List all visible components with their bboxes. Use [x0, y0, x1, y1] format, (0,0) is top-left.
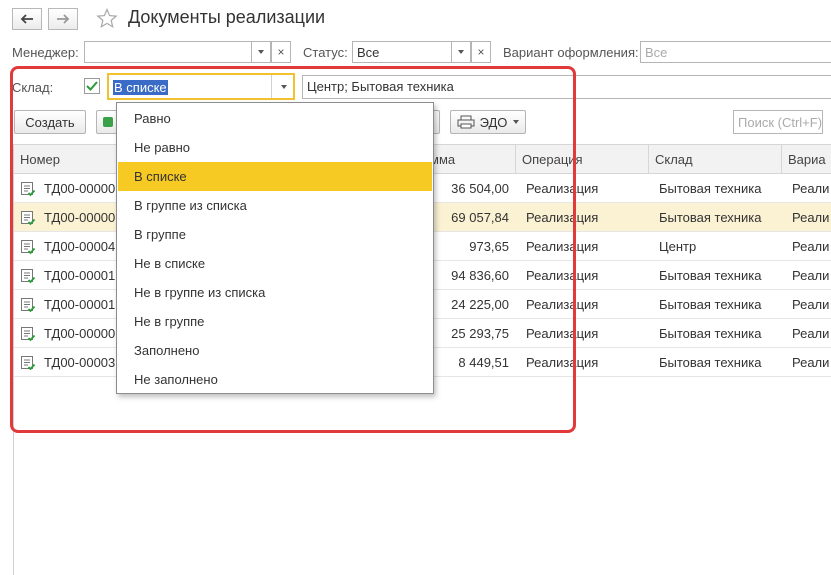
- edo-button[interactable]: ЭДО: [450, 110, 526, 134]
- variant-label: Вариант оформления:: [503, 45, 639, 60]
- cell-sum: 973,65: [469, 239, 509, 254]
- cell-variant: Реали: [792, 210, 830, 225]
- cell-sum: 8 449,51: [458, 355, 509, 370]
- cell-variant: Реали: [792, 297, 830, 312]
- chevron-down-icon: [458, 50, 464, 54]
- cell-sum: 36 504,00: [451, 181, 509, 196]
- cell-operation: Реализация: [526, 297, 599, 312]
- cell-number: ТД00-00004: [44, 239, 116, 254]
- warehouse-condition-value: В списке: [113, 80, 168, 95]
- cell-warehouse: Бытовая техника: [659, 268, 762, 283]
- cell-operation: Реализация: [526, 239, 599, 254]
- cell-warehouse: Бытовая техника: [659, 326, 762, 341]
- edo-label: ЭДО: [479, 114, 508, 130]
- cell-number: ТД00-00001: [44, 268, 116, 283]
- star-icon[interactable]: [96, 8, 118, 29]
- cell-sum: 25 293,75: [451, 326, 509, 341]
- arrow-left-icon: [20, 14, 33, 24]
- create-button[interactable]: Создать: [14, 110, 86, 134]
- close-icon: ×: [477, 45, 485, 59]
- manager-dropdown-button[interactable]: [251, 41, 271, 63]
- status-clear-button[interactable]: ×: [471, 41, 491, 63]
- divider: [271, 75, 272, 98]
- cell-variant: Реали: [792, 268, 830, 283]
- search-placeholder: Поиск (Ctrl+F): [738, 115, 823, 130]
- chevron-down-icon: [513, 120, 520, 124]
- document-icon: [21, 356, 36, 371]
- cell-variant: Реали: [792, 355, 830, 370]
- column-header-sum[interactable]: мма: [424, 144, 516, 174]
- manager-clear-button[interactable]: ×: [271, 41, 291, 63]
- document-icon: [21, 298, 36, 313]
- cell-number: ТД00-00000: [44, 210, 116, 225]
- cell-number: ТД00-00000: [44, 181, 116, 196]
- status-dropdown-button[interactable]: [451, 41, 471, 63]
- cell-operation: Реализация: [526, 355, 599, 370]
- cell-operation: Реализация: [526, 326, 599, 341]
- dropdown-item[interactable]: Не заполнено: [118, 365, 432, 394]
- manager-label: Менеджер:: [12, 45, 79, 60]
- chevron-down-icon: [258, 50, 264, 54]
- manager-input[interactable]: [84, 41, 252, 63]
- cell-variant: Реали: [792, 239, 830, 254]
- document-icon: [21, 211, 36, 226]
- column-header-variant[interactable]: Вариа: [782, 144, 831, 174]
- cell-warehouse: Бытовая техника: [659, 210, 762, 225]
- variant-placeholder: Все: [645, 45, 668, 60]
- document-icon: [21, 327, 36, 342]
- cell-sum: 94 836,60: [451, 268, 509, 283]
- arrow-right-icon: [57, 14, 70, 24]
- document-icon: [21, 182, 36, 197]
- dropdown-item[interactable]: Равно: [118, 104, 432, 133]
- cell-warehouse: Бытовая техника: [659, 297, 762, 312]
- add-icon: [103, 117, 113, 127]
- cell-warehouse: Бытовая техника: [659, 181, 762, 196]
- dropdown-item[interactable]: Не в группе: [118, 307, 432, 336]
- dropdown-item[interactable]: Не равно: [118, 133, 432, 162]
- cell-variant: Реали: [792, 181, 830, 196]
- dropdown-item[interactable]: В группе из списка: [118, 191, 432, 220]
- warehouse-condition-select[interactable]: В списке: [107, 73, 295, 100]
- condition-dropdown-list: Равно Не равно В списке В группе из списка В…: [116, 102, 434, 394]
- cell-number: ТД00-00003: [44, 355, 116, 370]
- dropdown-item[interactable]: Заполнено: [118, 336, 432, 365]
- cell-number: ТД00-00001: [44, 297, 116, 312]
- close-icon: ×: [277, 45, 285, 59]
- back-button[interactable]: [12, 8, 42, 30]
- column-header-warehouse[interactable]: Склад: [649, 144, 782, 174]
- warehouse-checkbox[interactable]: [84, 78, 100, 94]
- column-header-operation[interactable]: Операция: [516, 144, 649, 174]
- search-input[interactable]: Поиск (Ctrl+F): [733, 110, 823, 134]
- dropdown-item[interactable]: В списке: [118, 162, 432, 191]
- dropdown-item[interactable]: Не в списке: [118, 249, 432, 278]
- cell-number: ТД00-00000: [44, 326, 116, 341]
- cell-sum: 24 225,00: [451, 297, 509, 312]
- cell-operation: Реализация: [526, 181, 599, 196]
- cell-sum: 69 057,84: [451, 210, 509, 225]
- document-icon: [21, 269, 36, 284]
- chevron-down-icon[interactable]: [281, 85, 287, 89]
- warehouse-list-input[interactable]: Центр; Бытовая техника: [302, 75, 831, 99]
- printer-icon: [457, 115, 475, 129]
- cell-warehouse: Центр: [659, 239, 697, 254]
- variant-select[interactable]: Все: [640, 41, 831, 63]
- forward-button[interactable]: [48, 8, 78, 30]
- cell-operation: Реализация: [526, 268, 599, 283]
- dropdown-item[interactable]: В группе: [118, 220, 432, 249]
- page-title: Документы реализации: [128, 7, 326, 27]
- document-icon: [21, 240, 36, 255]
- status-label: Статус:: [303, 45, 348, 60]
- status-select[interactable]: Все: [352, 41, 452, 63]
- cell-variant: Реали: [792, 326, 830, 341]
- cell-warehouse: Бытовая техника: [659, 355, 762, 370]
- cell-operation: Реализация: [526, 210, 599, 225]
- warehouse-label: Склад:: [12, 80, 54, 95]
- dropdown-item[interactable]: Не в группе из списка: [118, 278, 432, 307]
